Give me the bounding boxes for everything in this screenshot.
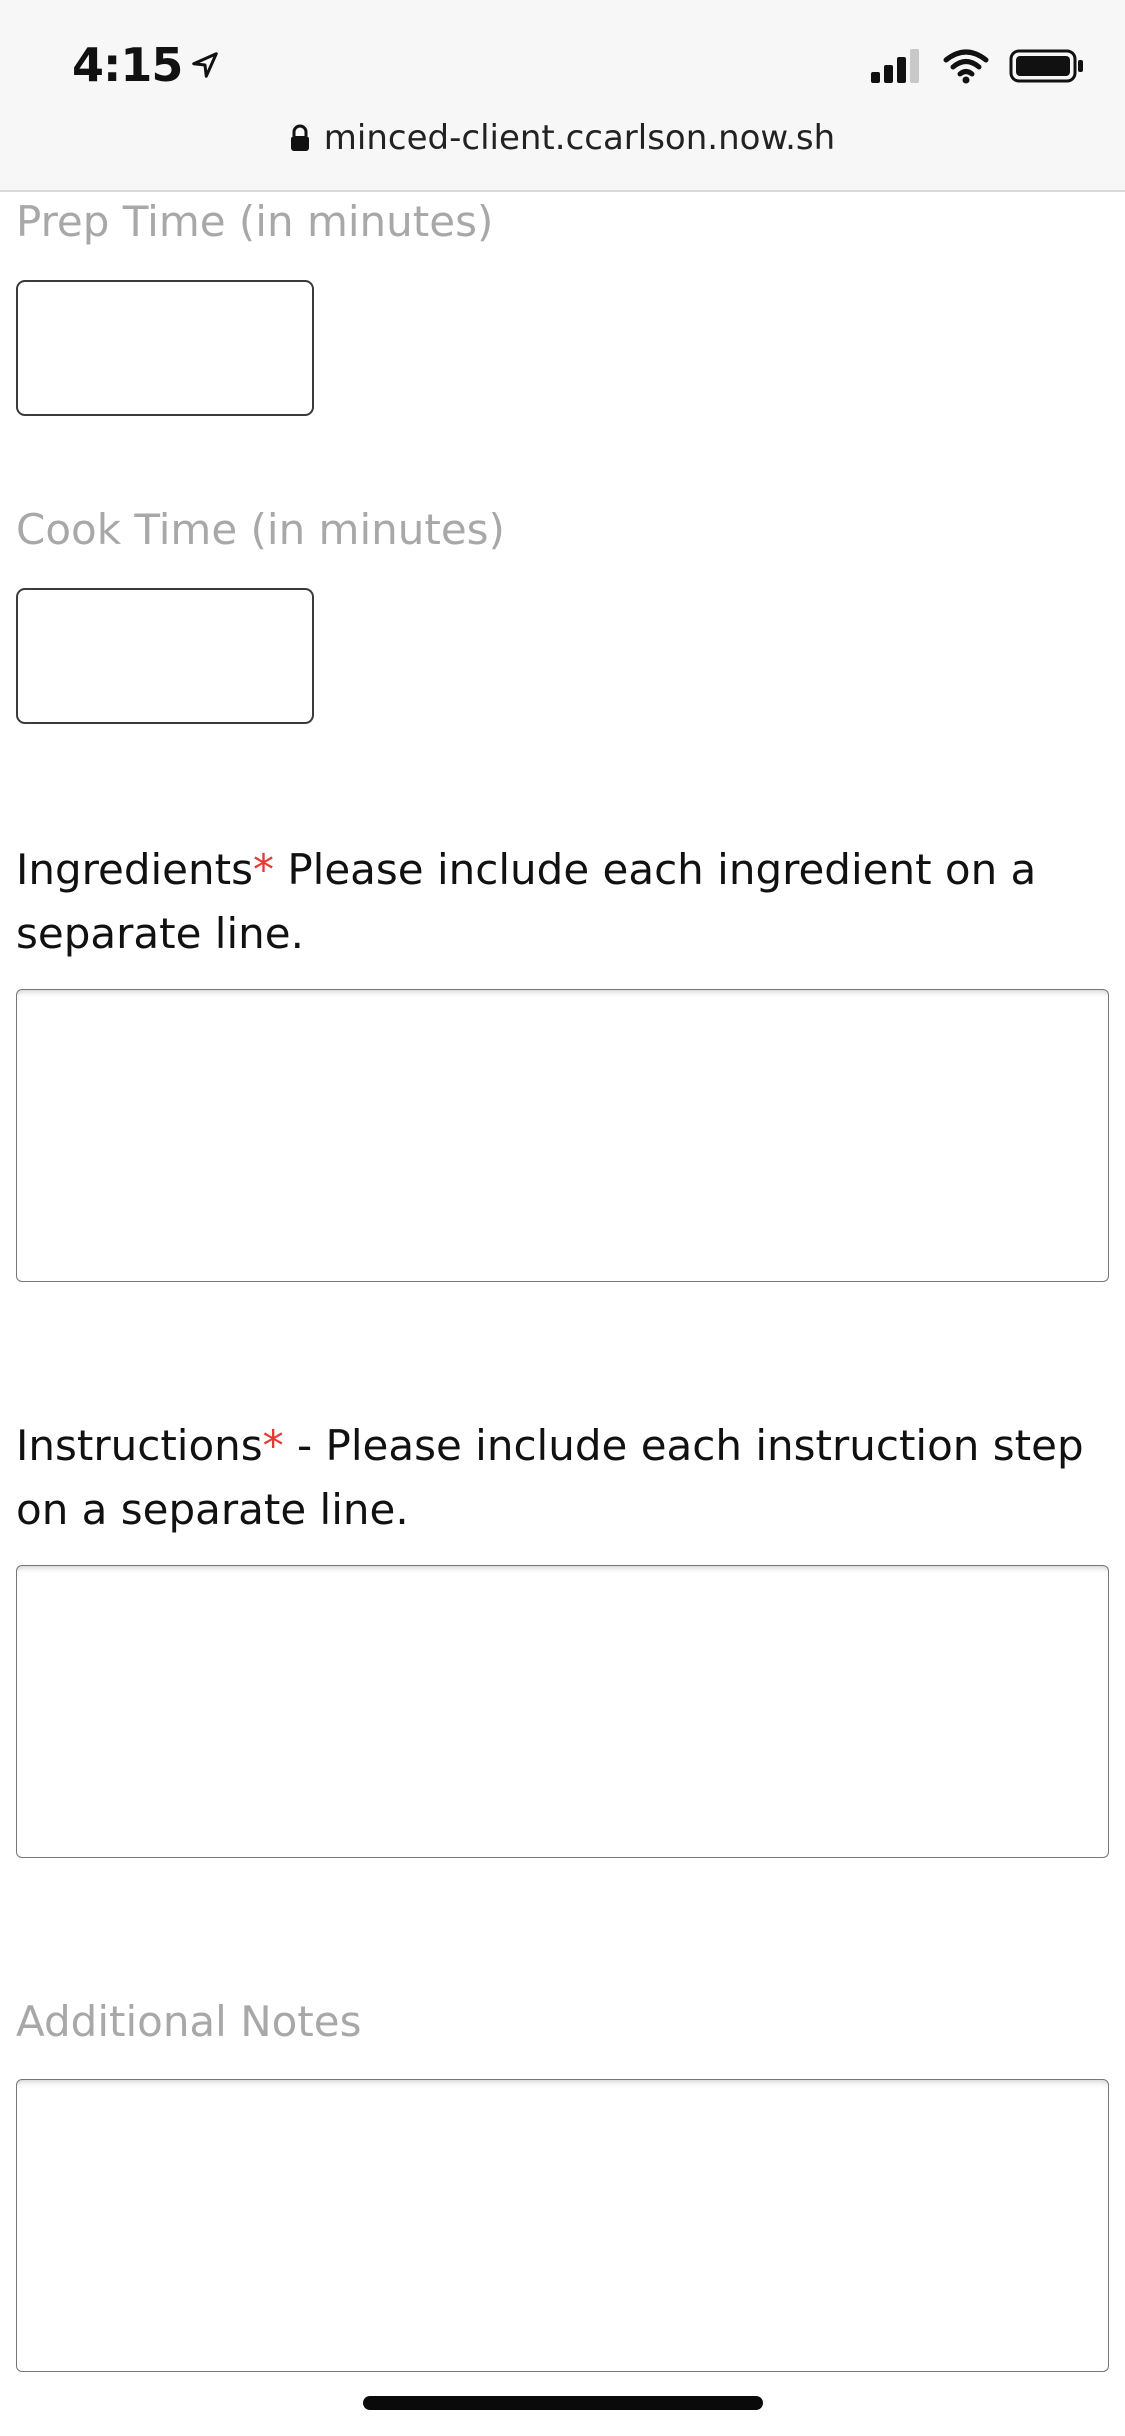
lock-icon — [290, 124, 309, 151]
instructions-textarea[interactable] — [16, 1565, 1109, 1858]
instructions-label: Instructions* - Please include each inst… — [16, 1414, 1096, 1542]
ingredients-textarea[interactable] — [16, 989, 1109, 1282]
browser-status-bar: 4:15 minced-client.ccarlson.now.sh — [0, 0, 1125, 192]
status-time-text: 4:15 — [72, 38, 183, 92]
instructions-label-text: Instructions — [16, 1421, 263, 1470]
prep-time-label: Prep Time (in minutes) — [16, 197, 494, 246]
ingredients-label: Ingredients* Please include each ingredi… — [16, 838, 1096, 966]
address-bar[interactable]: minced-client.ccarlson.now.sh — [0, 118, 1125, 158]
status-icons — [869, 48, 1085, 84]
instructions-required-mark: * — [262, 1421, 284, 1470]
additional-notes-label: Additional Notes — [16, 1997, 362, 2046]
cook-time-input[interactable] — [16, 588, 314, 724]
ingredients-label-text: Ingredients — [16, 845, 253, 894]
cook-time-label: Cook Time (in minutes) — [16, 505, 505, 554]
cellular-signal-icon — [871, 49, 919, 83]
location-arrow-icon — [192, 52, 219, 78]
home-indicator[interactable] — [363, 2396, 763, 2410]
url-text: minced-client.ccarlson.now.sh — [323, 118, 836, 158]
status-time: 4:15 — [72, 38, 220, 92]
wifi-icon — [943, 49, 989, 84]
battery-icon — [1009, 49, 1083, 83]
additional-notes-textarea[interactable] — [16, 2079, 1109, 2372]
prep-time-input[interactable] — [16, 280, 314, 416]
ingredients-required-mark: * — [253, 845, 274, 894]
